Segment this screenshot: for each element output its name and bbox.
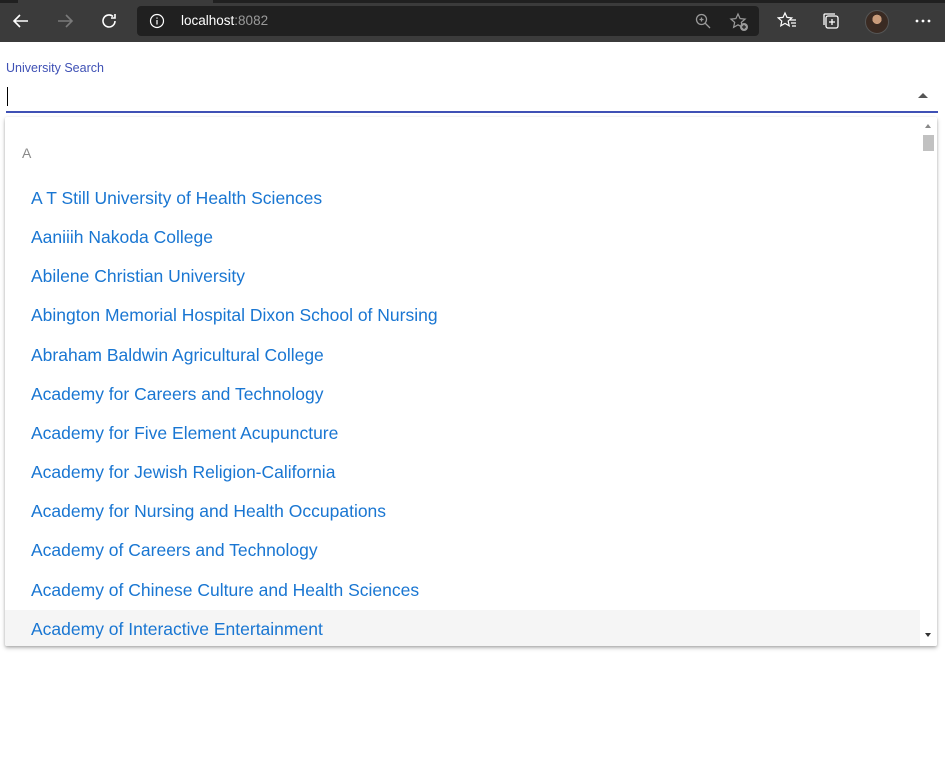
text-caret	[7, 87, 8, 106]
search-label: University Search	[6, 61, 104, 75]
address-bar[interactable]: localhost:8082	[137, 6, 759, 36]
dropdown-toggle-icon[interactable]	[918, 93, 928, 98]
option-item[interactable]: Academy for Nursing and Health Occupatio…	[5, 492, 920, 531]
profile-avatar[interactable]	[865, 10, 889, 34]
refresh-icon[interactable]	[94, 6, 124, 36]
url-host: localhost	[181, 13, 235, 28]
more-icon[interactable]	[908, 6, 938, 36]
option-item[interactable]: Abington Memorial Hospital Dixon School …	[5, 296, 920, 335]
group-header: A	[22, 145, 32, 161]
scroll-down-arrow-icon[interactable]	[925, 633, 931, 637]
active-tab[interactable]	[18, 0, 213, 3]
add-favorite-icon[interactable]	[729, 12, 749, 32]
browser-toolbar: localhost:8082	[0, 0, 945, 42]
tab-strip	[0, 0, 945, 3]
options-listbox[interactable]: A A T Still University of Health Science…	[5, 117, 937, 646]
option-item[interactable]: A T Still University of Health Sciences	[5, 179, 920, 218]
listbox-scrollbar[interactable]	[920, 117, 937, 646]
url-port: :8082	[234, 13, 269, 28]
scroll-up-arrow-icon[interactable]	[925, 124, 931, 128]
option-item[interactable]: Academy for Careers and Technology	[5, 375, 920, 414]
option-item[interactable]: Abilene Christian University	[5, 257, 920, 296]
option-item-highlighted[interactable]: Academy of Interactive Entertainment	[5, 610, 920, 646]
university-search-input[interactable]	[6, 84, 934, 112]
info-icon[interactable]	[149, 13, 165, 29]
option-item[interactable]: Academy for Jewish Religion-California	[5, 453, 920, 492]
collections-icon[interactable]	[816, 6, 846, 36]
option-item[interactable]: Abraham Baldwin Agricultural College	[5, 336, 920, 375]
option-item[interactable]: Academy of Chinese Culture and Health Sc…	[5, 571, 920, 610]
zoom-icon[interactable]	[694, 12, 712, 30]
option-item[interactable]: Aaniiih Nakoda College	[5, 218, 920, 257]
favorites-icon[interactable]	[772, 6, 802, 36]
input-underline	[6, 111, 938, 113]
address-url: localhost:8082	[181, 13, 268, 28]
option-item[interactable]: Academy for Five Element Acupuncture	[5, 414, 920, 453]
scroll-thumb[interactable]	[923, 135, 934, 151]
option-item[interactable]: Academy of Careers and Technology	[5, 531, 920, 570]
back-arrow-icon[interactable]	[6, 6, 36, 36]
forward-arrow-icon[interactable]	[50, 6, 80, 36]
